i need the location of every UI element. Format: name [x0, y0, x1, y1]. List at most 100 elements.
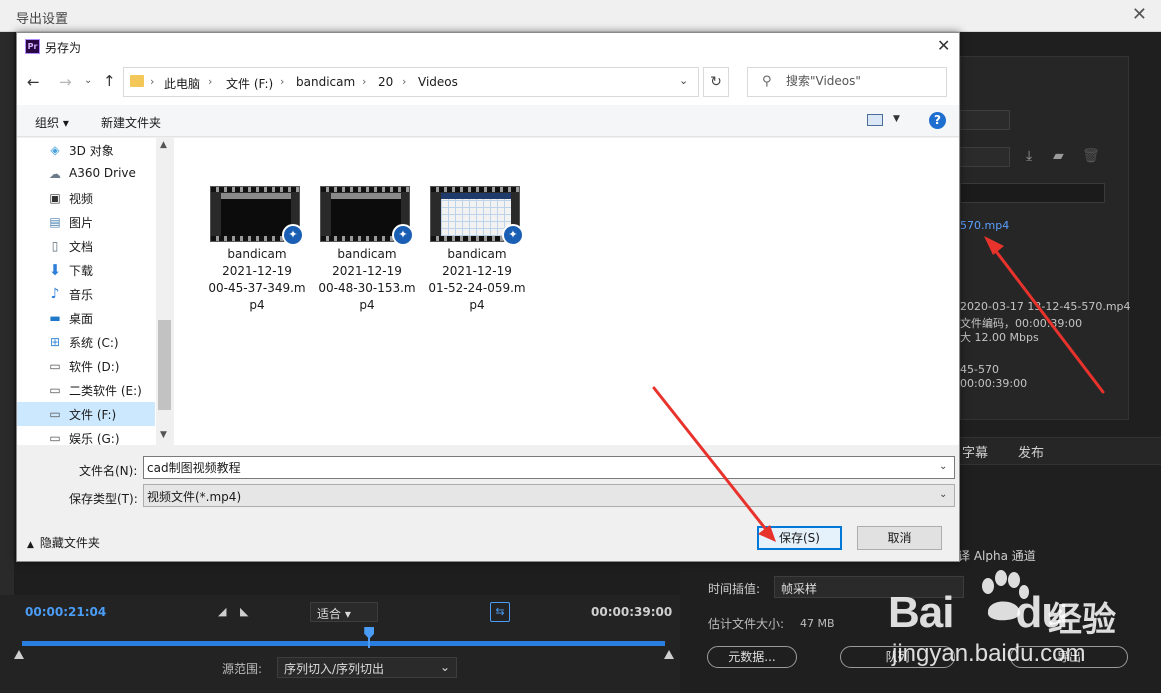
dialog-title: 另存为	[45, 41, 82, 55]
file-name: bandicam 2021-12-19 00-48-30-153.m p4	[318, 247, 416, 312]
scrollbar-thumb[interactable]	[158, 320, 171, 410]
view-dropdown-icon[interactable]: ▼	[893, 114, 900, 124]
breadcrumb-separator-icon[interactable]: ›	[208, 75, 212, 88]
breadcrumb-bandicam[interactable]: bandicam	[296, 75, 355, 89]
nav-item-label: 软件 (D:)	[69, 360, 120, 374]
nav-item-videos[interactable]: ▣ 视频	[17, 186, 155, 210]
chevron-down-icon[interactable]: ⌄	[679, 74, 688, 87]
save-button[interactable]: 保存(S)	[757, 526, 842, 550]
summary-line: 大 12.00 Mbps	[960, 331, 1039, 344]
drive-icon: ▭	[49, 431, 61, 445]
drive-c-icon: ⊞	[49, 335, 61, 349]
drive-icon: ▭	[49, 407, 61, 421]
nav-item-label: 3D 对象	[69, 144, 114, 158]
format-select[interactable]	[960, 110, 1010, 130]
range-end-handle[interactable]	[664, 650, 674, 659]
source-range-select[interactable]: 序列切入/序列切出 ⌄	[277, 657, 457, 678]
summary-line: 00:00:39:00	[960, 377, 1028, 390]
filetype-label: 保存类型(T):	[69, 492, 138, 506]
breadcrumb-separator-icon[interactable]: ›	[150, 75, 154, 88]
folder-icon	[130, 75, 144, 87]
breadcrumb-drive-f[interactable]: 文件 (F:)	[226, 75, 273, 92]
search-input[interactable]	[786, 74, 936, 88]
nav-item-documents[interactable]: ▯ 文档	[17, 234, 155, 258]
scroll-up-icon[interactable]: ▲	[160, 140, 167, 150]
mark-out-icon[interactable]: ◣	[240, 605, 248, 618]
filetype-select[interactable]: 视频文件(*.mp4)	[143, 484, 955, 507]
save-preset-icon[interactable]: ⤓	[1026, 148, 1032, 164]
tab-publish[interactable]: 发布	[1018, 442, 1044, 461]
refresh-icon[interactable]: ↻	[703, 67, 729, 97]
up-arrow-icon[interactable]: ↑	[103, 72, 116, 90]
file-name: bandicam 2021-12-19 01-52-24-059.m p4	[428, 247, 526, 312]
recent-locations-icon[interactable]: ⌄	[84, 75, 92, 86]
delete-preset-icon[interactable]: 🗑	[1082, 148, 1100, 164]
timeline-track[interactable]	[22, 641, 665, 646]
aspect-ratio-icon[interactable]: ⇆	[490, 602, 510, 622]
nav-item-label: 系统 (C:)	[69, 336, 119, 350]
breadcrumb-separator-icon[interactable]: ›	[402, 75, 406, 88]
range-start-handle[interactable]	[14, 650, 24, 659]
nav-item-drive-d[interactable]: ▭ 软件 (D:)	[17, 354, 155, 378]
current-timecode[interactable]: 00:00:21:04	[25, 605, 106, 619]
close-icon[interactable]: ✕	[937, 36, 950, 55]
fit-select-value: 适合	[317, 607, 342, 621]
metadata-button[interactable]: 元数据...	[707, 646, 797, 668]
nav-item-drive-f[interactable]: ▭ 文件 (F:)	[17, 402, 155, 426]
new-folder-button[interactable]: 新建文件夹	[101, 114, 161, 131]
export-window-title: 导出设置	[16, 12, 69, 27]
fit-select[interactable]: 适合 ▾	[310, 602, 378, 622]
save-as-dialog: Pr 另存为 ✕ ← → ⌄ ↑ › 此电脑 › 文件 (F:) › bandi…	[16, 32, 960, 562]
nav-item-3d-objects[interactable]: ◈ 3D 对象	[17, 138, 155, 162]
help-icon[interactable]: ?	[929, 112, 946, 129]
nav-pane-scrollbar[interactable]: ▲ ▼	[156, 138, 173, 445]
preset-select[interactable]	[960, 147, 1010, 167]
nav-item-drive-g[interactable]: ▭ 娱乐 (G:)	[17, 426, 155, 450]
export-titlebar: 导出设置 ✕	[0, 0, 1161, 32]
comments-field[interactable]	[960, 183, 1105, 203]
nav-item-drive-e[interactable]: ▭ 二类软件 (E:)	[17, 378, 155, 402]
forward-arrow-icon[interactable]: →	[59, 73, 72, 91]
baidu-jingyan-watermark: Bai du 经验 jingyan.baidu.com	[888, 568, 1158, 690]
mark-in-icon[interactable]: ◢	[218, 605, 226, 618]
nav-item-pictures[interactable]: ▤ 图片	[17, 210, 155, 234]
cancel-button[interactable]: 取消	[857, 526, 942, 550]
organize-button[interactable]: 组织 ▾	[35, 114, 69, 131]
cube-icon: ◈	[50, 143, 60, 157]
search-box[interactable]: ⚲	[747, 67, 947, 97]
nav-item-drive-c[interactable]: ⊞ 系统 (C:)	[17, 330, 155, 354]
scroll-down-icon[interactable]: ▼	[160, 430, 167, 440]
file-item[interactable]: ✦ bandicam 2021-12-19 00-45-37-349.m p4	[200, 180, 306, 320]
hide-folders-label: 隐藏文件夹	[39, 536, 100, 550]
duration-timecode: 00:00:39:00	[591, 605, 673, 619]
breadcrumb-this-pc[interactable]: 此电脑	[164, 75, 200, 92]
estimated-size-value: 47 MB	[800, 617, 835, 630]
breadcrumb-separator-icon[interactable]: ›	[280, 75, 284, 88]
address-bar[interactable]: › 此电脑 › 文件 (F:) › bandicam › 20 › Videos…	[123, 67, 699, 97]
nav-item-label: 视频	[69, 192, 94, 206]
tab-captions[interactable]: 字幕	[962, 442, 988, 461]
download-icon: ⬇	[48, 261, 62, 279]
breadcrumb-20[interactable]: 20	[378, 75, 393, 89]
file-item[interactable]: ✦ bandicam 2021-12-19 01-52-24-059.m p4	[420, 180, 526, 320]
nav-item-downloads[interactable]: ⬇ 下载	[17, 258, 155, 282]
nav-item-a360-drive[interactable]: ☁ A360 Drive	[17, 162, 155, 186]
nav-item-desktop[interactable]: ▬ 桌面	[17, 306, 155, 330]
breadcrumb-videos[interactable]: Videos	[418, 75, 458, 89]
chevron-down-icon[interactable]: ⌄	[939, 489, 947, 500]
hide-folders-toggle[interactable]: ▲ 隐藏文件夹	[27, 534, 100, 551]
output-name-link[interactable]: 570.mp4	[960, 219, 1009, 232]
premiere-app-icon: Pr	[25, 39, 40, 54]
navigation-pane: ◈ 3D 对象 ☁ A360 Drive ▣ 视频 ▤ 图片 ▯ 文档 ⬇ 下载…	[17, 138, 173, 446]
video-icon: ▣	[49, 191, 61, 205]
file-item[interactable]: ✦ bandicam 2021-12-19 00-48-30-153.m p4	[310, 180, 416, 320]
view-mode-icon[interactable]	[867, 114, 883, 126]
nav-item-music[interactable]: ♪ 音乐	[17, 282, 155, 306]
back-arrow-icon[interactable]: ←	[27, 73, 40, 91]
export-close-icon[interactable]: ✕	[1132, 6, 1147, 24]
playhead-line	[368, 636, 371, 648]
filename-input[interactable]	[143, 456, 955, 479]
breadcrumb-separator-icon[interactable]: ›	[362, 75, 366, 88]
import-preset-icon[interactable]: ▰	[1053, 148, 1064, 164]
chevron-down-icon[interactable]: ⌄	[939, 461, 947, 472]
